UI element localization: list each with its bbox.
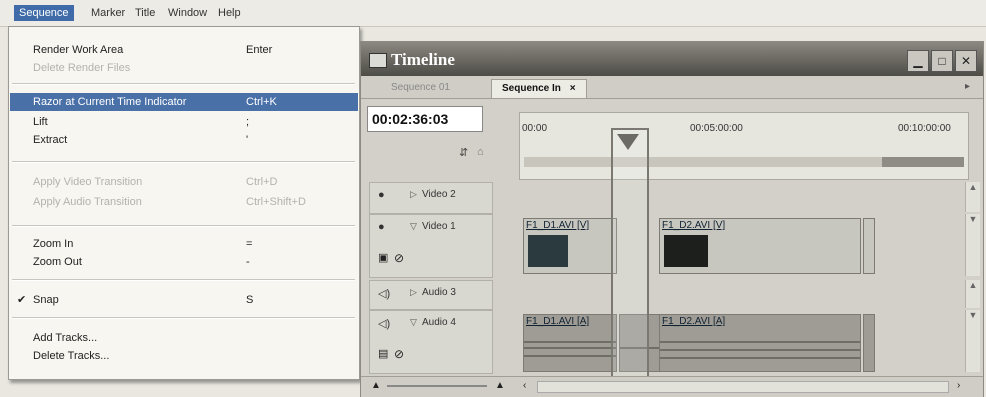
collapse-icon[interactable]: ▽ [410,317,417,328]
speaker-icon[interactable]: ◁) [378,287,390,300]
waveform [524,341,616,343]
audio-scrollbar[interactable]: ▼ [965,310,980,372]
timeline-title: Timeline [391,50,455,69]
timeline-icon [369,53,387,68]
menu-item-render-work-area[interactable]: Render Work Area Enter [10,41,358,59]
video-clip[interactable]: F1_D1.AVI [V] [523,218,617,274]
horizontal-scrollbar[interactable] [537,381,949,393]
zoom-in-icon[interactable]: ▲ [495,380,505,391]
sequence-menu: Render Work Area Enter Delete Render Fil… [8,26,360,380]
menu-separator [12,161,355,163]
collapse-icon[interactable]: ▽ [410,221,417,232]
playhead-icon[interactable] [617,134,639,150]
menu-title[interactable]: Title [130,5,160,21]
zoom-out-icon[interactable]: ▲ [371,380,381,391]
menu-marker[interactable]: Marker [86,5,130,21]
timeline-zoom-bar: ▲ ▲ ‹ › [361,376,983,397]
track-name: Audio 4 [422,317,456,328]
maximize-icon[interactable]: □ [931,50,953,72]
speaker-icon[interactable]: ◁) [378,317,390,330]
menu-item-razor[interactable]: Razor at Current Time Indicator Ctrl+K [10,93,358,111]
menu-item-delete-tracks[interactable]: Delete Tracks... [10,347,358,365]
waveform [660,357,860,359]
video-clip[interactable] [863,218,875,274]
tab-sequence-in[interactable]: Sequence In × [491,79,587,98]
waveform [660,341,860,343]
zoom-slider[interactable] [387,385,487,387]
clip-thumbnail [528,235,568,267]
keyframe-disable-icon[interactable]: ⊘ [394,251,404,265]
ruler-tick-label: 00:05:00:00 [690,123,743,134]
display-style-icon[interactable]: ▣ [378,251,388,264]
track-header-audio-3[interactable]: ◁) ▷ Audio 3 [369,280,493,310]
timeline-titlebar: Timeline ▁ □ ✕ [361,42,983,76]
menu-window[interactable]: Window [163,5,212,21]
minimize-icon[interactable]: ▁ [907,50,929,72]
track-header-audio-4[interactable]: ◁) ▽ Audio 4 ▤ ⊘ [369,310,493,374]
menu-separator [12,83,355,85]
clip-thumbnail [664,235,708,267]
track-name: Audio 3 [422,287,456,298]
check-icon: ✔ [17,294,27,306]
scroll-right-icon[interactable]: › [957,380,960,391]
audio-clip[interactable]: F1_D1.AVI [A] [523,314,617,372]
waveform [524,347,616,349]
menu-separator [12,225,355,227]
close-icon[interactable]: ✕ [955,50,977,72]
menu-item-apply-audio-transition[interactable]: Apply Audio Transition Ctrl+Shift+D [10,193,358,211]
menu-separator [12,317,355,319]
menu-item-zoom-in[interactable]: Zoom In = [10,235,358,253]
work-area-end[interactable] [882,157,964,167]
eye-icon[interactable]: ● [378,221,385,233]
menu-item-add-tracks[interactable]: Add Tracks... [10,329,358,347]
track-header-video-1[interactable]: ● ▽ Video 1 ▣ ⊘ [369,214,493,278]
ruler-tick-label: 00:00 [522,123,548,134]
snap-icon[interactable]: ⇵ [459,146,468,159]
menu-item-extract[interactable]: Extract ' [10,131,358,149]
menu-item-zoom-out[interactable]: Zoom Out - [10,253,358,271]
menu-item-apply-video-transition[interactable]: Apply Video Transition Ctrl+D [10,173,358,191]
track-header-video-2[interactable]: ● ▷ Video 2 [369,182,493,214]
sequence-tabs: Sequence 01 Sequence In × ▸ [361,76,983,99]
timecode-display[interactable]: 00:02:36:03 [367,106,483,132]
expand-icon[interactable]: ▷ [410,189,417,200]
menu-item-snap[interactable]: ✔ Snap S [10,291,358,309]
display-style-icon[interactable]: ▤ [378,347,388,360]
menu-item-lift[interactable]: Lift ; [10,113,358,131]
audio-scrollbar[interactable]: ▲ [965,280,980,308]
panel-menu-icon[interactable]: ▸ [965,81,970,92]
menu-bar: Sequence Marker Title Window Help [0,0,986,27]
video-scrollbar[interactable]: ▲ [965,182,980,212]
menu-item-delete-render-files[interactable]: Delete Render Files [10,59,358,77]
waveform [660,349,860,351]
audio-clip[interactable] [863,314,875,372]
track-name: Video 2 [422,189,456,200]
menu-separator [12,279,355,281]
tab-sequence-01[interactable]: Sequence 01 [381,79,460,97]
timeline-panel: Timeline ▁ □ ✕ Sequence 01 Sequence In ×… [360,41,984,397]
time-ruler[interactable]: 00:00 00:05:00:00 00:10:00:00 [519,112,969,180]
current-time-indicator[interactable] [611,128,649,382]
video-scrollbar[interactable]: ▼ [965,214,980,276]
menu-sequence[interactable]: Sequence [14,5,74,21]
marker-icon[interactable]: ⌂ [477,146,484,158]
waveform [524,355,616,357]
ruler-tick-label: 00:10:00:00 [898,123,951,134]
video-clip[interactable]: F1_D2.AVI [V] [659,218,861,274]
track-name: Video 1 [422,221,456,232]
menu-help[interactable]: Help [213,5,246,21]
tab-close-icon[interactable]: × [570,83,576,94]
audio-clip[interactable]: F1_D2.AVI [A] [659,314,861,372]
keyframe-disable-icon[interactable]: ⊘ [394,347,404,361]
expand-icon[interactable]: ▷ [410,287,417,298]
eye-icon[interactable]: ● [378,189,385,201]
scroll-left-icon[interactable]: ‹ [523,380,526,391]
